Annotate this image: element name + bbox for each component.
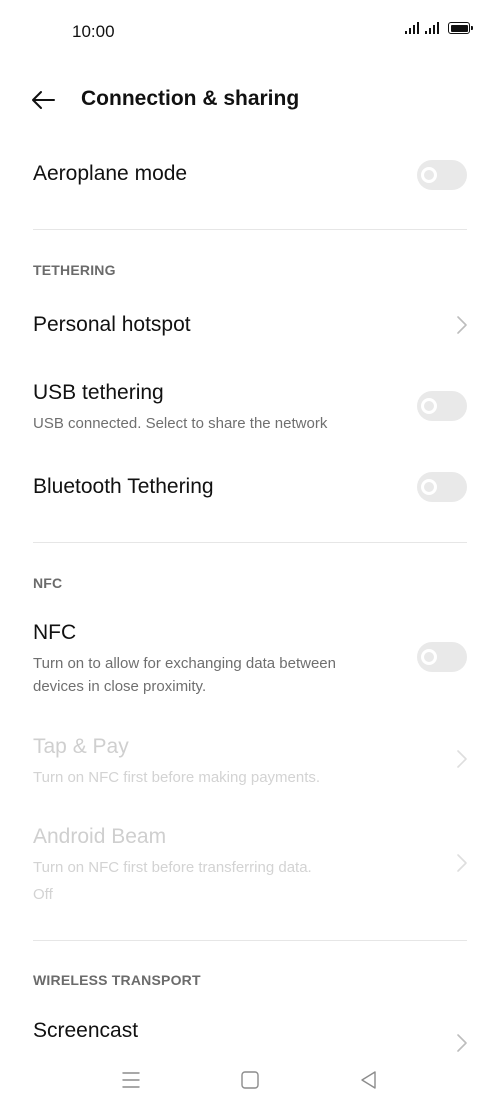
status-bar: 10:00 <box>0 0 500 64</box>
usb-tethering-toggle[interactable] <box>417 391 467 421</box>
battery-icon <box>448 22 473 34</box>
nfc-row[interactable]: NFC Turn on to allow for exchanging data… <box>0 610 500 700</box>
bluetooth-tethering-toggle[interactable] <box>417 472 467 502</box>
android-beam-row[interactable]: Android Beam Turn on NFC first before tr… <box>0 814 500 910</box>
chevron-right-icon <box>457 1034 467 1052</box>
tap-and-pay-description: Turn on NFC first before making payments… <box>33 769 321 786</box>
screencast-row[interactable]: Screencast <box>0 1006 500 1056</box>
nfc-description-line-1: Turn on to allow for exchanging data bet… <box>33 655 336 672</box>
section-header-nfc: NFC <box>33 575 63 591</box>
page-title: Connection & sharing <box>81 87 300 110</box>
personal-hotspot-label: Personal hotspot <box>33 313 191 336</box>
status-time: 10:00 <box>72 22 115 41</box>
chevron-right-icon <box>457 854 467 872</box>
back-triangle-icon[interactable] <box>355 1068 383 1092</box>
tap-and-pay-row[interactable]: Tap & Pay Turn on NFC first before makin… <box>0 724 500 794</box>
status-icons <box>405 22 473 34</box>
toggle-knob <box>421 479 437 495</box>
divider <box>33 940 467 941</box>
menu-icon[interactable] <box>117 1068 145 1092</box>
app-header: Connection & sharing <box>0 78 500 122</box>
signal-icon <box>405 22 419 34</box>
toggle-knob <box>421 398 437 414</box>
usb-tethering-description: USB connected. Select to share the netwo… <box>33 415 328 432</box>
aeroplane-mode-label: Aeroplane mode <box>33 162 188 185</box>
section-header-wireless-transport: WIRELESS TRANSPORT <box>33 972 201 988</box>
aeroplane-mode-toggle[interactable] <box>417 160 467 190</box>
toggle-knob <box>421 167 437 183</box>
divider <box>33 542 467 543</box>
home-icon[interactable] <box>236 1068 264 1092</box>
bluetooth-tethering-label: Bluetooth Tethering <box>33 475 214 498</box>
chevron-right-icon <box>457 750 467 768</box>
screencast-label: Screencast <box>33 1019 139 1042</box>
android-beam-label: Android Beam <box>33 825 167 848</box>
tap-and-pay-label: Tap & Pay <box>33 735 129 758</box>
nfc-toggle[interactable] <box>417 642 467 672</box>
android-beam-description: Turn on NFC first before transferring da… <box>33 859 312 876</box>
usb-tethering-label: USB tethering <box>33 381 164 404</box>
signal-icon <box>425 22 439 34</box>
chevron-right-icon <box>457 316 467 334</box>
personal-hotspot-row[interactable]: Personal hotspot <box>0 300 500 350</box>
usb-tethering-row[interactable]: USB tethering USB connected. Select to s… <box>0 370 500 440</box>
aeroplane-mode-row[interactable]: Aeroplane mode <box>0 150 500 200</box>
navigation-bar <box>0 1060 500 1100</box>
nfc-label: NFC <box>33 621 77 644</box>
section-header-tethering: TETHERING <box>33 262 116 278</box>
bluetooth-tethering-row[interactable]: Bluetooth Tethering <box>0 462 500 512</box>
toggle-knob <box>421 649 437 665</box>
divider <box>33 229 467 230</box>
android-beam-status: Off <box>33 886 53 903</box>
back-arrow-icon[interactable] <box>28 84 60 116</box>
nfc-description-line-2: devices in close proximity. <box>33 678 207 695</box>
